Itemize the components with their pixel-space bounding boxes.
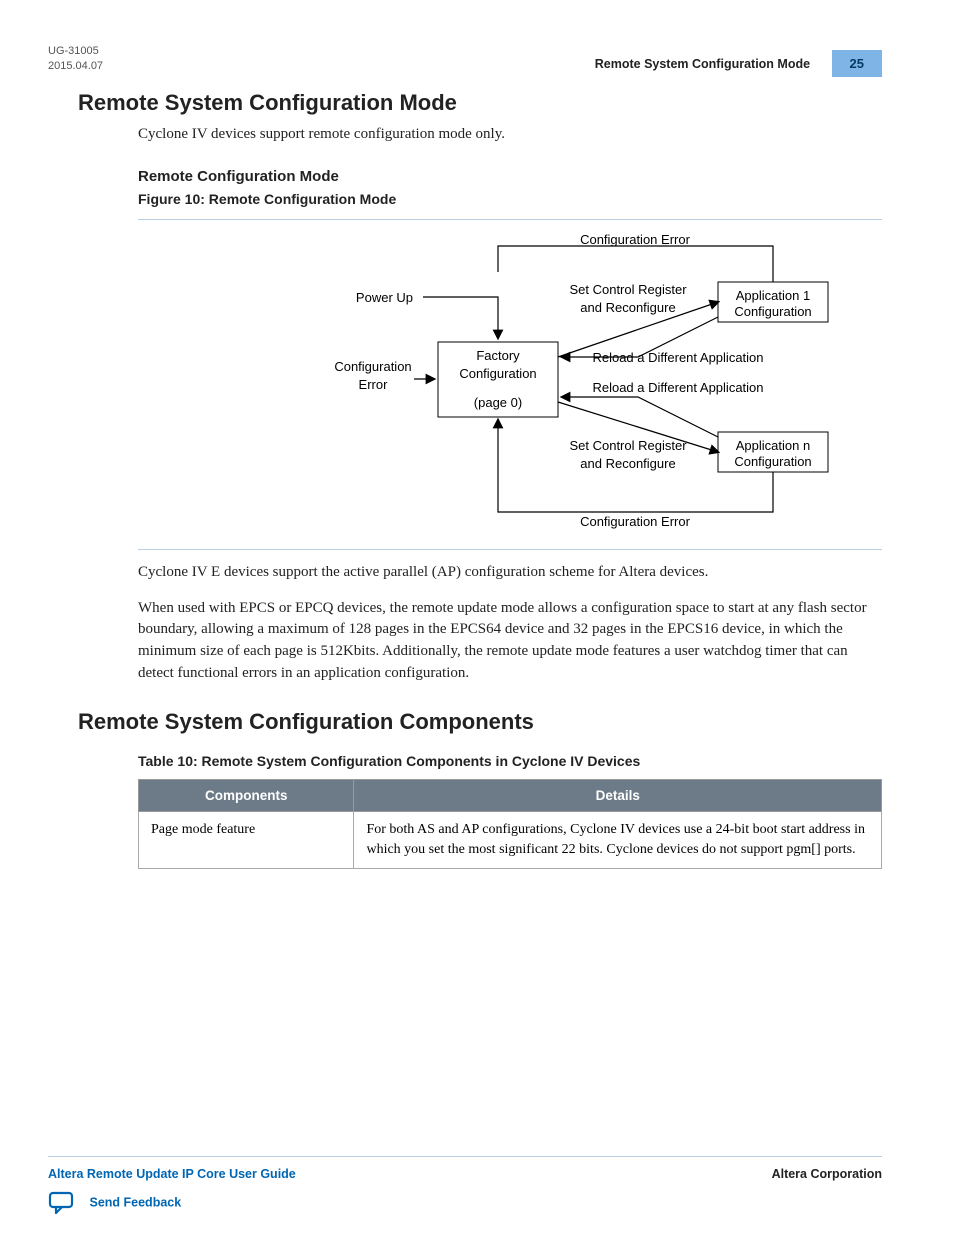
paragraph-epcs: When used with EPCS or EPCQ devices, the… (138, 598, 882, 685)
table-caption: Table 10: Remote System Configuration Co… (138, 753, 882, 769)
reload-bot: Reload a Different Application (592, 380, 763, 395)
set-ctrl-bot-l2: and Reconfigure (580, 456, 675, 471)
send-feedback-link[interactable]: Send Feedback (48, 1191, 181, 1215)
app1-l1: Application 1 (736, 288, 810, 303)
col-components: Components (139, 779, 354, 811)
reload-top: Reload a Different Application (592, 350, 763, 365)
appn-l1: Application n (736, 438, 810, 453)
cell-details: For both AS and AP configurations, Cyclo… (354, 811, 882, 869)
col-details: Details (354, 779, 882, 811)
figure-rule-top (138, 219, 882, 220)
config-error-bot: Configuration Error (580, 514, 690, 529)
arrow-powerup (423, 297, 498, 338)
set-ctrl-top-l1: Set Control Register (569, 282, 687, 297)
components-table: Components Details Page mode feature For… (138, 779, 882, 870)
appn-l2: Configuration (734, 454, 811, 469)
feedback-label: Send Feedback (89, 1195, 181, 1209)
table-header-row: Components Details (139, 779, 882, 811)
doc-date: 2015.04.07 (48, 60, 103, 72)
figure-diagram: Factory Configuration (page 0) Applicati… (138, 232, 898, 532)
arrow-reload-bot (562, 397, 718, 437)
page-number: 25 (832, 50, 882, 77)
config-error-left-l1: Configuration (334, 359, 411, 374)
factory-l2: Configuration (459, 366, 536, 381)
config-error-left-l2: Error (359, 377, 389, 392)
feedback-icon (48, 1191, 76, 1215)
table-row: Page mode feature For both AS and AP con… (139, 811, 882, 869)
section-title: Remote System Configuration Mode (78, 90, 882, 116)
doc-id: UG-31005 (48, 45, 99, 57)
section-title-2: Remote System Configuration Components (78, 709, 882, 735)
paragraph-ap: Cyclone IV E devices support the active … (138, 562, 882, 584)
config-error-top: Configuration Error (580, 232, 690, 247)
factory-l1: Factory (476, 348, 520, 363)
footer: Altera Remote Update IP Core User Guide … (48, 1156, 882, 1181)
running-title: Remote System Configuration Mode (595, 57, 810, 71)
header-right: Remote System Configuration Mode 25 (595, 50, 882, 77)
figure-caption: Figure 10: Remote Configuration Mode (138, 191, 882, 207)
power-up-label: Power Up (356, 290, 413, 305)
subsection-title: Remote Configuration Mode (138, 168, 882, 185)
footer-guide[interactable]: Altera Remote Update IP Core User Guide (48, 1167, 296, 1181)
intro-paragraph: Cyclone IV devices support remote config… (138, 124, 882, 146)
footer-rule (48, 1156, 882, 1157)
path-app1-return (498, 246, 773, 282)
figure-rule-bottom (138, 549, 882, 550)
set-ctrl-bot-l1: Set Control Register (569, 438, 687, 453)
app1-l2: Configuration (734, 304, 811, 319)
header-left: UG-31005 2015.04.07 (48, 44, 103, 75)
factory-l3: (page 0) (474, 395, 522, 410)
cell-component: Page mode feature (139, 811, 354, 869)
set-ctrl-top-l2: and Reconfigure (580, 300, 675, 315)
footer-corp: Altera Corporation (772, 1167, 882, 1181)
